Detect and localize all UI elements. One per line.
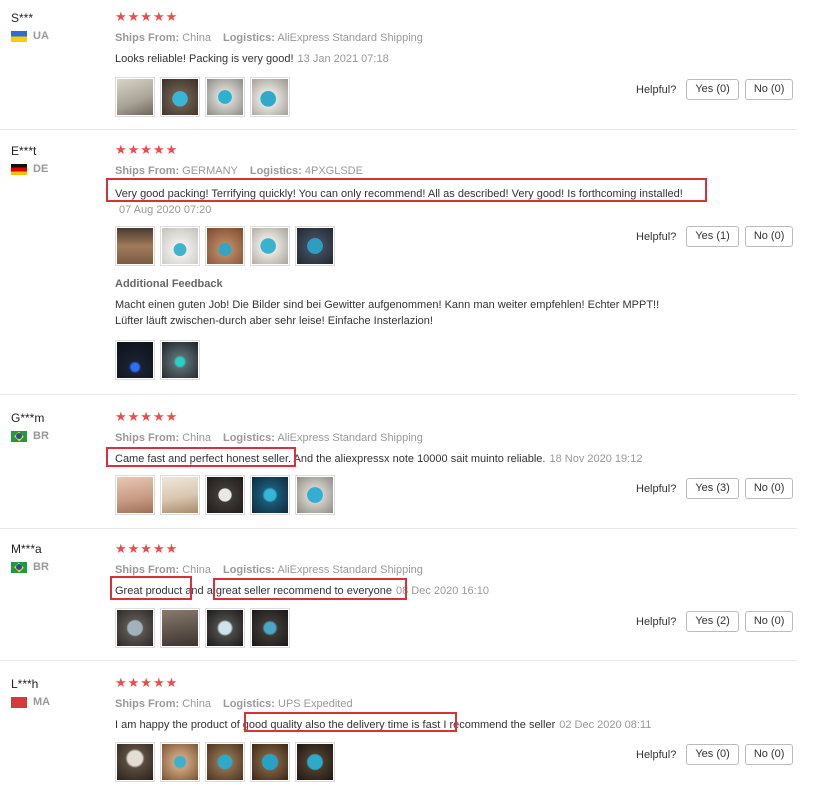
helpful-label: Helpful? <box>636 482 677 495</box>
review-photo[interactable] <box>160 475 200 515</box>
review-photo[interactable] <box>250 608 290 648</box>
reviewer-name: L***h <box>11 677 39 691</box>
reviewer-country: MA <box>11 696 50 708</box>
helpful-no-button[interactable]: No (0) <box>744 478 794 499</box>
review-text: Looks reliable! Packing is very good! 13 … <box>115 53 389 65</box>
helpful-voting: Helpful? Yes (0) No (0) <box>636 744 794 765</box>
star-rating: ★★★★★ <box>115 675 179 690</box>
review-date: 18 Nov 2020 19:12 <box>549 453 643 465</box>
star-rating: ★★★★★ <box>115 541 179 556</box>
reviewer-name: M***a <box>11 542 42 556</box>
ukraine-flag-icon <box>11 30 27 42</box>
review-content: ★★★★★ Ships From: China Logistics: AliExp… <box>115 409 795 515</box>
review-photo[interactable] <box>115 742 155 782</box>
helpful-no-button[interactable]: No (0) <box>744 79 794 100</box>
review-photo[interactable] <box>205 226 245 266</box>
review-item: G***m BR ★★★★★ Ships From: China Logistic… <box>0 395 797 529</box>
review-photo[interactable] <box>295 226 335 266</box>
review-photo[interactable] <box>250 77 290 117</box>
helpful-yes-button[interactable]: Yes (2) <box>686 611 739 632</box>
star-rating: ★★★★★ <box>115 142 179 157</box>
review-photo[interactable] <box>115 475 155 515</box>
helpful-yes-button[interactable]: Yes (0) <box>686 744 739 765</box>
helpful-label: Helpful? <box>636 230 677 243</box>
review-photo[interactable] <box>250 742 290 782</box>
reviewer-name: S*** <box>11 11 34 25</box>
reviewer-info: M***a BR <box>11 541 49 573</box>
review-photo[interactable] <box>205 608 245 648</box>
shipping-meta: Ships From: China Logistics: AliExpress S… <box>115 432 423 444</box>
review-date: 13 Jan 2021 07:18 <box>297 53 389 65</box>
review-photo[interactable] <box>160 77 200 117</box>
review-photo[interactable] <box>205 77 245 117</box>
review-text: Very good packing! Terrifying quickly! Y… <box>115 188 683 200</box>
review-photo[interactable] <box>205 475 245 515</box>
helpful-voting: Helpful? Yes (3) No (0) <box>636 478 794 499</box>
reviewer-country: BR <box>11 430 49 442</box>
helpful-label: Helpful? <box>636 748 677 761</box>
helpful-voting: Helpful? Yes (1) No (0) <box>636 226 794 247</box>
shipping-meta: Ships From: GERMANY Logistics: 4PXGLSDE <box>115 165 363 177</box>
reviewer-info: L***h MA <box>11 676 50 708</box>
helpful-yes-button[interactable]: Yes (1) <box>686 226 739 247</box>
helpful-yes-button[interactable]: Yes (0) <box>686 79 739 100</box>
reviewer-info: S*** UA <box>11 10 49 42</box>
morocco-flag-icon <box>11 696 27 708</box>
review-photo[interactable] <box>160 742 200 782</box>
review-photo[interactable] <box>115 608 155 648</box>
star-rating: ★★★★★ <box>115 9 179 24</box>
review-content: ★★★★★ Ships From: China Logistics: AliExp… <box>115 9 795 117</box>
review-date: 08 Dec 2020 16:10 <box>395 585 489 597</box>
reviewer-info: E***t DE <box>11 143 48 175</box>
review-content: ★★★★★ Ships From: GERMANY Logistics: 4PXG… <box>115 142 795 380</box>
additional-feedback-photos <box>115 340 795 380</box>
helpful-no-button[interactable]: No (0) <box>744 611 794 632</box>
additional-feedback: Additional Feedback Macht einen guten Jo… <box>115 278 795 380</box>
review-photo[interactable] <box>295 742 335 782</box>
helpful-voting: Helpful? Yes (2) No (0) <box>636 611 794 632</box>
helpful-voting: Helpful? Yes (0) No (0) <box>636 79 794 100</box>
reviewer-info: G***m BR <box>11 410 49 442</box>
review-item: L***h MA ★★★★★ Ships From: China Logistic… <box>0 661 797 793</box>
review-content: ★★★★★ Ships From: China Logistics: UPS Ex… <box>115 675 795 782</box>
review-photo[interactable] <box>115 340 155 380</box>
helpful-no-button[interactable]: No (0) <box>744 744 794 765</box>
shipping-meta: Ships From: China Logistics: UPS Expedite… <box>115 698 353 710</box>
review-photo[interactable] <box>295 475 335 515</box>
additional-feedback-text: Macht einen guten Job! Die Bilder sind b… <box>115 299 660 327</box>
review-photo[interactable] <box>205 742 245 782</box>
shipping-meta: Ships From: China Logistics: AliExpress S… <box>115 564 423 576</box>
review-photo[interactable] <box>250 226 290 266</box>
reviewer-country: UA <box>11 30 49 42</box>
additional-feedback-title: Additional Feedback <box>115 278 223 290</box>
helpful-yes-button[interactable]: Yes (3) <box>686 478 739 499</box>
helpful-no-button[interactable]: No (0) <box>744 226 794 247</box>
helpful-label: Helpful? <box>636 83 677 96</box>
brazil-flag-icon <box>11 430 27 442</box>
review-date: 02 Dec 2020 08:11 <box>559 719 652 731</box>
reviewer-country: BR <box>11 561 49 573</box>
reviewer-name: E***t <box>11 144 37 158</box>
review-photo[interactable] <box>115 77 155 117</box>
review-photo[interactable] <box>115 226 155 266</box>
review-item: M***a BR ★★★★★ Ships From: China Logistic… <box>0 529 797 661</box>
germany-flag-icon <box>11 163 27 175</box>
review-text: I am happy the product of good quality a… <box>115 719 652 731</box>
review-text: Came fast and perfect honest seller. And… <box>115 453 643 465</box>
review-item: S*** UA ★★★★★ Ships From: China Logistics… <box>0 0 797 130</box>
shipping-meta: Ships From: China Logistics: AliExpress S… <box>115 32 423 44</box>
review-item: E***t DE ★★★★★ Ships From: GERMANY Logist… <box>0 130 797 395</box>
review-text: Great product and a great seller recomme… <box>115 585 489 597</box>
helpful-label: Helpful? <box>636 615 677 628</box>
star-rating: ★★★★★ <box>115 409 179 424</box>
review-photo[interactable] <box>160 340 200 380</box>
review-photo[interactable] <box>160 226 200 266</box>
brazil-flag-icon <box>11 561 27 573</box>
reviewer-name: G***m <box>11 411 45 425</box>
review-photo[interactable] <box>250 475 290 515</box>
review-photo[interactable] <box>160 608 200 648</box>
review-date: 07 Aug 2020 07:20 <box>119 204 212 216</box>
reviewer-country: DE <box>11 163 48 175</box>
